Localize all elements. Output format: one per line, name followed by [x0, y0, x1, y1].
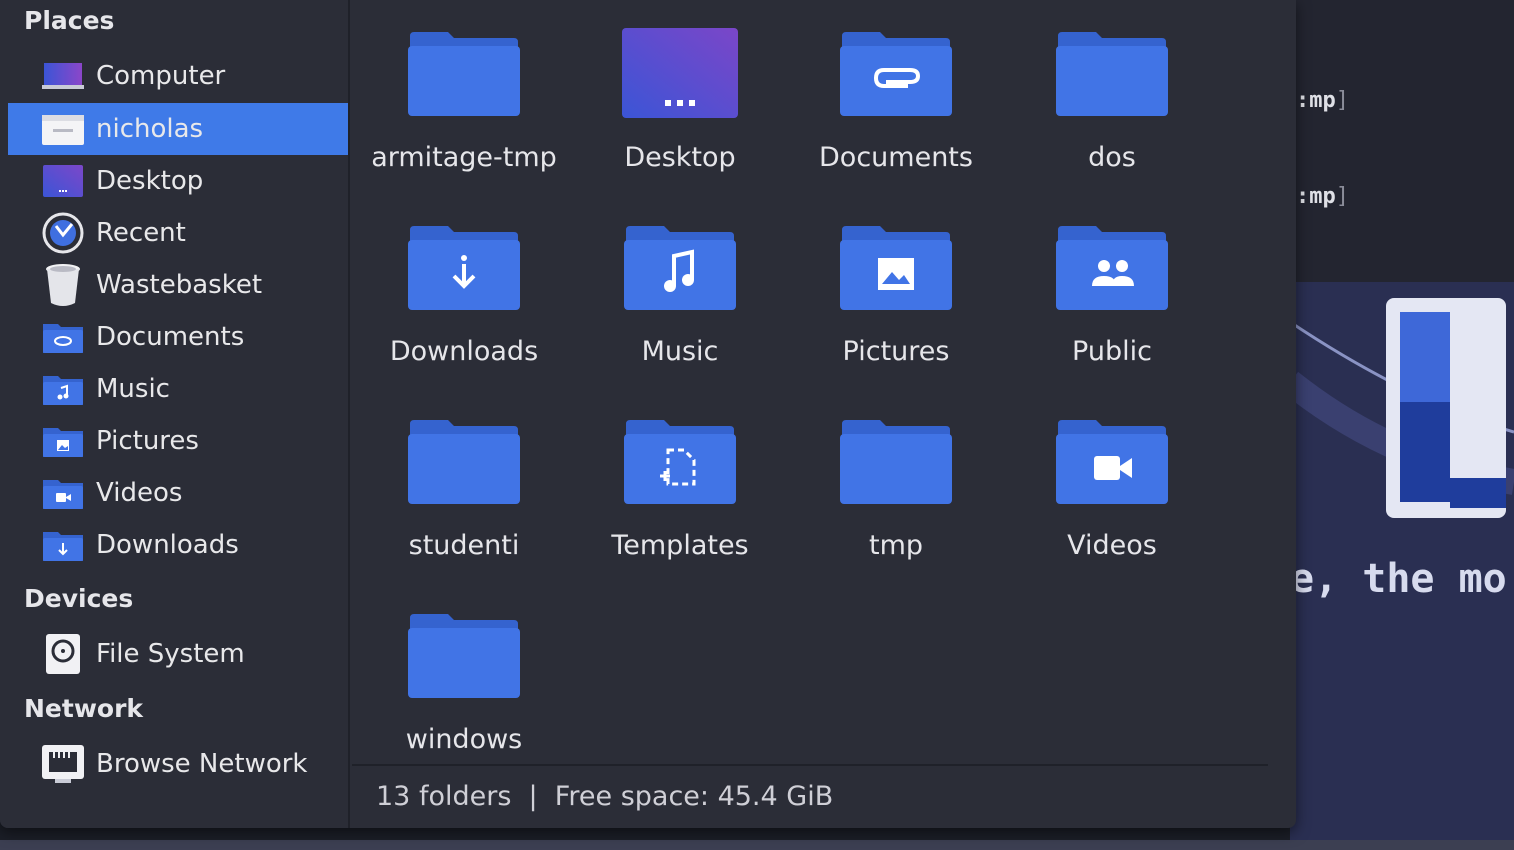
folder-dos[interactable]: dos [1004, 0, 1220, 190]
statusbar: 13 folders | Free space: 45.4 GiB [352, 766, 1292, 826]
terminal-line: :mp] [1296, 184, 1349, 209]
drive-icon [40, 631, 86, 677]
wallpaper-text: e, the mo [1290, 556, 1507, 602]
sidebar-item-music[interactable]: Music [8, 363, 348, 415]
public-folder-icon [1056, 226, 1168, 310]
sidebar-item-label: Documents [96, 322, 245, 352]
folder-label: Documents [819, 142, 973, 173]
sidebar-item-documents[interactable]: Documents [8, 311, 348, 363]
templates-folder-icon [624, 420, 736, 504]
folder-label: Pictures [842, 336, 950, 367]
sidebar-item-file-system[interactable]: File System [8, 628, 348, 680]
folder-label: Downloads [389, 336, 539, 367]
sidebar-item-recent[interactable]: Recent [8, 207, 348, 259]
desktop-folder-icon [622, 28, 738, 118]
folder-windows[interactable]: windows [356, 582, 572, 772]
folder-icon [408, 420, 520, 504]
desktop-icon [40, 158, 86, 204]
folder-videos[interactable]: Videos [1004, 388, 1220, 578]
downloads-folder-icon [408, 226, 520, 310]
folder-public[interactable]: Public [1004, 194, 1220, 384]
sidebar-item-downloads[interactable]: Downloads [8, 519, 348, 571]
videos-folder-icon [40, 470, 86, 516]
folder-label: studenti [408, 530, 520, 561]
sidebar-item-computer[interactable]: Computer [8, 50, 348, 102]
folder-label: armitage-tmp [371, 142, 557, 173]
folder-documents[interactable]: Documents [788, 0, 1004, 190]
folder-icon [408, 614, 520, 698]
sidebar-item-label: Desktop [96, 166, 204, 196]
folder-desktop[interactable]: Desktop [572, 0, 788, 190]
sidebar-item-pictures[interactable]: Pictures [8, 415, 348, 467]
folder-music[interactable]: Music [572, 194, 788, 384]
pictures-folder-icon [840, 226, 952, 310]
desktop-wallpaper: e, the mo [1290, 282, 1514, 844]
sidebar-item-browse-network[interactable]: Browse Network [8, 738, 348, 790]
music-folder-icon [624, 226, 736, 310]
sidebar-item-wastebasket[interactable]: Wastebasket [8, 259, 348, 311]
folder-label: Templates [611, 530, 749, 561]
folder-icon [408, 32, 520, 116]
taskbar-strip [0, 840, 1514, 850]
network-icon [40, 741, 86, 787]
sidebar-item-label: Videos [96, 478, 183, 508]
home-folder-icon [40, 106, 86, 152]
sidebar-item-label: Downloads [96, 530, 239, 560]
sidebar-item-label: File System [96, 639, 245, 669]
terminal-line: :mp] [1296, 88, 1349, 113]
sidebar-item-label: Recent [96, 218, 186, 248]
places-heading: Places [24, 6, 115, 35]
devices-heading: Devices [24, 584, 134, 613]
sidebar-item-label: Browse Network [96, 749, 308, 779]
sidebar-item-label: Pictures [96, 426, 199, 456]
folder-templates[interactable]: Templates [572, 388, 788, 578]
documents-folder-icon [840, 32, 952, 116]
folder-downloads[interactable]: Downloads [356, 194, 572, 384]
sidebar-item-label: Computer [96, 61, 226, 91]
folder-label: Videos [1067, 530, 1157, 561]
folder-grid: armitage-tmp Desktop Documents dos Downl… [350, 0, 1296, 764]
sidebar: Places Computer nicholas Desktop Recent [0, 0, 348, 828]
status-text: 13 folders | Free space: 45.4 GiB [376, 780, 834, 812]
videos-folder-icon [1056, 420, 1168, 504]
folder-icon [1056, 32, 1168, 116]
folder-label: dos [1088, 142, 1136, 173]
clock-icon [40, 210, 86, 256]
sidebar-item-label: nicholas [96, 114, 204, 144]
sidebar-item-nicholas[interactable]: nicholas [8, 103, 348, 155]
computer-icon [40, 53, 86, 99]
sidebar-item-desktop[interactable]: Desktop [8, 155, 348, 207]
folder-tmp[interactable]: tmp [788, 388, 1004, 578]
network-heading: Network [24, 694, 144, 723]
documents-folder-icon [40, 314, 86, 360]
folder-label: windows [405, 724, 523, 755]
file-manager-window: Places Computer nicholas Desktop Recent [0, 0, 1296, 828]
folder-label: Music [641, 336, 719, 367]
music-folder-icon [40, 366, 86, 412]
folder-label: tmp [868, 530, 924, 561]
sidebar-item-label: Wastebasket [96, 270, 263, 300]
folder-label: Public [1072, 336, 1152, 367]
pictures-folder-icon [40, 418, 86, 464]
folder-label: Desktop [624, 142, 736, 173]
trash-icon [40, 262, 86, 308]
downloads-folder-icon [40, 522, 86, 568]
folder-armitage-tmp[interactable]: armitage-tmp [356, 0, 572, 190]
folder-pictures[interactable]: Pictures [788, 194, 1004, 384]
folder-icon [840, 420, 952, 504]
sidebar-item-videos[interactable]: Videos [8, 467, 348, 519]
background-terminal: :mp] :mp] [1290, 0, 1514, 282]
folder-studenti[interactable]: studenti [356, 388, 572, 578]
sidebar-item-label: Music [96, 374, 170, 404]
